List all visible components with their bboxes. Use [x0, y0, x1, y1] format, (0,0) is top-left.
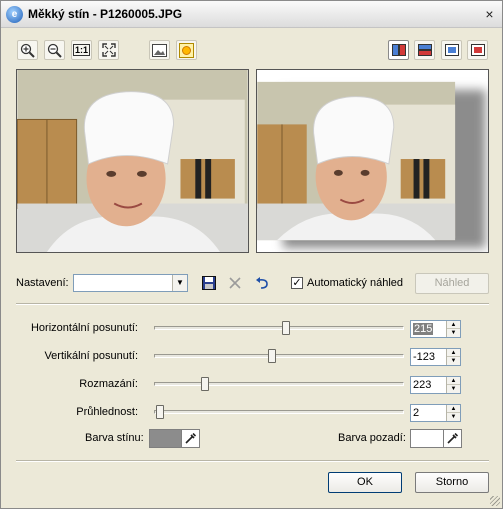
result-photo: [257, 70, 488, 252]
shadow-color-swatch[interactable]: [149, 429, 182, 448]
value-spinbox[interactable]: 215 ▲ ▼: [410, 320, 461, 338]
single-preview-icon: [444, 44, 459, 56]
preview-button[interactable]: Náhled: [415, 273, 489, 294]
fit-to-window-button[interactable]: [98, 40, 119, 60]
spin-buttons: ▲ ▼: [446, 349, 460, 365]
result-preview[interactable]: [256, 69, 489, 253]
slider-label: Vertikální posunutí:: [44, 350, 138, 362]
original-preview[interactable]: [16, 69, 249, 253]
spin-down-icon[interactable]: ▼: [447, 329, 460, 337]
spin-up-icon[interactable]: ▲: [447, 405, 460, 413]
preset-combobox[interactable]: ▼: [73, 274, 188, 292]
slider-label: Rozmazání:: [79, 378, 138, 390]
spin-up-icon[interactable]: ▲: [447, 321, 460, 329]
delete-preset-button[interactable]: [225, 274, 244, 292]
close-button[interactable]: ×: [482, 7, 497, 22]
background-color-swatch[interactable]: [410, 429, 444, 448]
ok-button[interactable]: OK: [328, 472, 402, 493]
eyedropper-icon: [447, 433, 458, 444]
spin-buttons: ▲ ▼: [446, 321, 460, 337]
image-button[interactable]: [149, 40, 170, 60]
sun-icon: [179, 42, 194, 58]
value-spinbox[interactable]: -123 ▲ ▼: [410, 348, 461, 366]
split-horizontal-icon: [417, 44, 432, 56]
split-vertical-button[interactable]: [388, 40, 409, 60]
fit-to-window-icon: [101, 43, 116, 57]
delete-icon: [228, 277, 241, 289]
slider-track[interactable]: [154, 405, 404, 419]
spin-up-icon[interactable]: ▲: [447, 377, 460, 385]
app-icon: e: [6, 6, 23, 23]
window-title: Měkký stín - P1260005.JPG: [28, 7, 183, 21]
background-color-label: Barva pozadí:: [338, 432, 406, 444]
slider-label: Horizontální posunutí:: [30, 322, 138, 334]
spinbox-value[interactable]: 223: [413, 379, 431, 391]
slider-label: Průhlednost:: [76, 406, 138, 418]
original-only-button[interactable]: [467, 40, 488, 60]
split-vertical-icon: [391, 44, 406, 56]
spinbox-value[interactable]: 215: [413, 323, 434, 335]
actual-size-button[interactable]: 1:1: [71, 40, 92, 60]
slider-thumb[interactable]: [155, 405, 164, 419]
undo-icon: [255, 277, 268, 289]
separator: [16, 303, 489, 305]
eyedropper-icon: [185, 433, 196, 444]
original-only-icon: [470, 44, 485, 56]
spinbox-value[interactable]: 2: [413, 407, 419, 419]
split-horizontal-button[interactable]: [414, 40, 435, 60]
shadow-eyedropper-button[interactable]: [182, 429, 200, 448]
shadow-color-label: Barva stínu:: [85, 432, 144, 444]
zoom-in-icon: [20, 43, 35, 58]
spin-buttons: ▲ ▼: [446, 377, 460, 393]
auto-preview-label: Automatický náhled: [307, 277, 403, 289]
slider-track[interactable]: [154, 377, 404, 391]
check-icon: ✓: [292, 277, 302, 289]
separator: [16, 460, 489, 462]
settings-label: Nastavení:: [16, 277, 69, 289]
value-spinbox[interactable]: 2 ▲ ▼: [410, 404, 461, 422]
slider-thumb[interactable]: [200, 377, 209, 391]
image-icon: [152, 43, 167, 57]
zoom-in-button[interactable]: [17, 40, 38, 60]
save-icon: [201, 276, 216, 290]
slider-track[interactable]: [154, 321, 404, 335]
sun-button[interactable]: [176, 40, 197, 60]
save-preset-button[interactable]: [199, 274, 218, 292]
actual-size-icon: 1:1: [72, 44, 90, 56]
slider-thumb[interactable]: [282, 321, 291, 335]
undo-button[interactable]: [252, 274, 271, 292]
spin-buttons: ▲ ▼: [446, 405, 460, 421]
original-photo: [17, 70, 248, 252]
slider-track[interactable]: [154, 349, 404, 363]
background-eyedropper-button[interactable]: [444, 429, 462, 448]
chevron-down-icon[interactable]: ▼: [172, 275, 187, 291]
zoom-out-icon: [47, 43, 62, 58]
spin-down-icon[interactable]: ▼: [447, 413, 460, 421]
spin-down-icon[interactable]: ▼: [447, 357, 460, 365]
soft-shadow-dialog: e Měkký stín - P1260005.JPG × 1:1 Nastav…: [0, 0, 503, 509]
cancel-button[interactable]: Storno: [415, 472, 489, 493]
resize-grip[interactable]: [490, 496, 500, 506]
single-preview-button[interactable]: [441, 40, 462, 60]
value-spinbox[interactable]: 223 ▲ ▼: [410, 376, 461, 394]
spinbox-value[interactable]: -123: [413, 351, 435, 363]
slider-thumb[interactable]: [267, 349, 276, 363]
auto-preview-checkbox[interactable]: ✓: [291, 277, 303, 289]
spin-up-icon[interactable]: ▲: [447, 349, 460, 357]
spin-down-icon[interactable]: ▼: [447, 385, 460, 393]
zoom-out-button[interactable]: [44, 40, 65, 60]
title-bar[interactable]: e Měkký stín - P1260005.JPG ×: [1, 1, 502, 28]
